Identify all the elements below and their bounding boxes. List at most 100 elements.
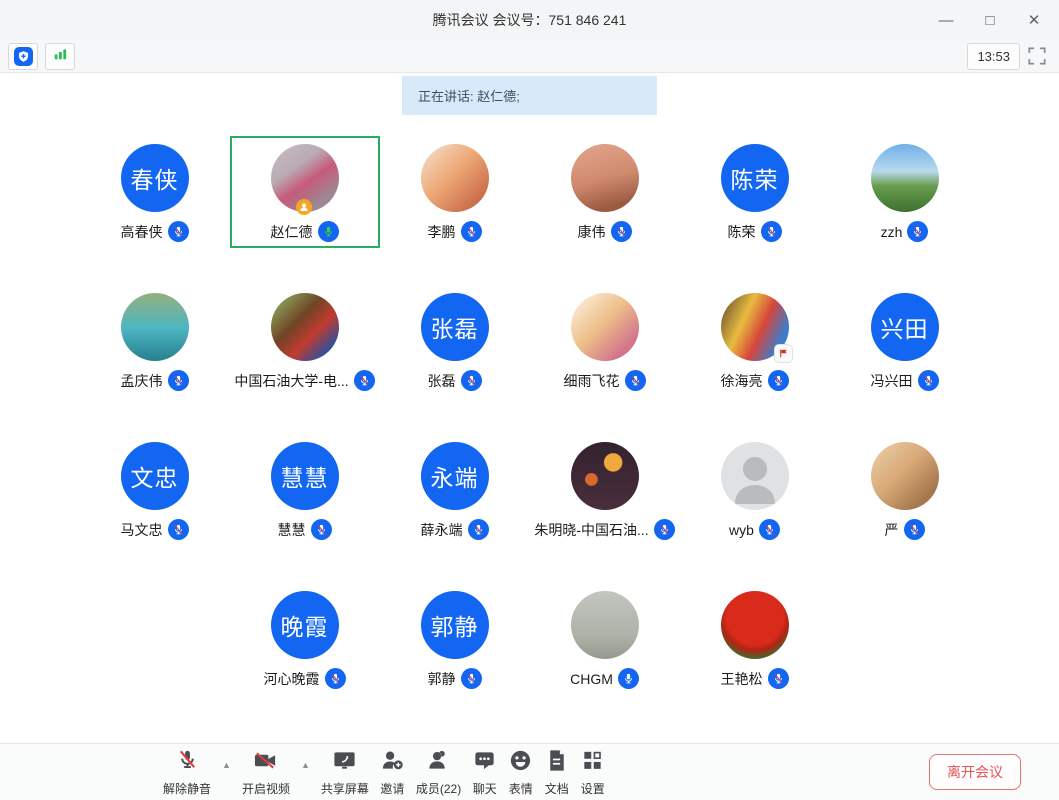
participant-tile[interactable]: 张磊张磊: [380, 285, 530, 397]
status-bar: 13:53: [0, 40, 1059, 73]
participant-tile[interactable]: 郭静郭静: [380, 583, 530, 695]
participant-name: 高春侠: [121, 222, 163, 242]
avatar: 春侠: [121, 144, 189, 212]
invite-icon: [380, 748, 405, 778]
avatar: 兴田: [871, 293, 939, 361]
toolbar-item-label: 共享屏幕: [321, 780, 369, 797]
toolbar-mic-muted-button[interactable]: 解除静音: [163, 748, 211, 797]
participant-avatar-initials: 郭静: [421, 591, 489, 659]
participant-tile[interactable]: 陈荣陈荣: [680, 136, 830, 248]
members-icon: [426, 748, 451, 778]
toolbar-item-label: 解除静音: [163, 780, 211, 797]
avatar: 陈荣: [721, 144, 789, 212]
avatar: [271, 293, 339, 361]
participant-avatar-photo: [721, 591, 789, 659]
avatar: [871, 442, 939, 510]
participant-avatar-photo: [571, 293, 639, 361]
avatar: [721, 591, 789, 659]
chevron-up-icon[interactable]: ▲: [301, 760, 310, 770]
toolbar-invite-button[interactable]: 邀请: [380, 748, 405, 797]
participant-avatar-initials: 晚霞: [271, 591, 339, 659]
participants-grid: 春侠高春侠赵仁德李鹏康伟陈荣陈荣zzh孟庆伟中国石油大学-电...张磊张磊细雨飞…: [80, 136, 980, 695]
toolbar-settings-button[interactable]: 设置: [580, 748, 605, 797]
participant-tile[interactable]: 严: [830, 434, 980, 546]
participant-avatar-photo: [421, 144, 489, 212]
participant-avatar-photo: [871, 144, 939, 212]
avatar: 文忠: [121, 442, 189, 510]
participant-tile[interactable]: zzh: [830, 136, 980, 248]
docs-icon: [544, 748, 569, 778]
participant-avatar-initials: 张磊: [421, 293, 489, 361]
mic-muted-icon: [768, 668, 789, 689]
emoji-icon: [508, 748, 533, 778]
participant-name: 细雨飞花: [564, 371, 620, 391]
participant-avatar-photo: [571, 144, 639, 212]
avatar: [721, 442, 789, 510]
avatar: 郭静: [421, 591, 489, 659]
speaking-banner: 正在讲话: 赵仁德;: [402, 76, 657, 115]
participant-tile[interactable]: 细雨飞花: [530, 285, 680, 397]
participant-tile[interactable]: 王艳松: [680, 583, 830, 695]
mic-muted-icon: [461, 221, 482, 242]
participant-tile[interactable]: 孟庆伟: [80, 285, 230, 397]
network-signal-button[interactable]: [45, 43, 75, 70]
toolbar-item-label: 邀请: [380, 780, 404, 797]
participant-avatar-photo: [571, 591, 639, 659]
participant-name: 张磊: [428, 371, 456, 391]
participant-tile[interactable]: 晚霞河心晚霞: [230, 583, 380, 695]
minimize-button[interactable]: —: [931, 6, 961, 34]
maximize-button[interactable]: □: [975, 6, 1005, 34]
mic-muted-icon: [354, 370, 375, 391]
participant-tile[interactable]: wyb: [680, 434, 830, 546]
toolbar-camera-off-button[interactable]: 开启视频: [242, 748, 290, 797]
mic-muted-icon: [759, 519, 780, 540]
toolbar-item-label: 设置: [581, 780, 605, 797]
participant-avatar-initials: 兴田: [871, 293, 939, 361]
toolbar-share-screen-button[interactable]: 共享屏幕: [321, 748, 369, 797]
participant-name: 慧慧: [278, 520, 306, 540]
close-button[interactable]: ✕: [1019, 6, 1049, 34]
participant-name: 郭静: [428, 669, 456, 689]
participant-tile[interactable]: 春侠高春侠: [80, 136, 230, 248]
chevron-up-icon[interactable]: ▲: [222, 760, 231, 770]
avatar: [571, 293, 639, 361]
avatar: [571, 144, 639, 212]
participant-tile[interactable]: 慧慧慧慧: [230, 434, 380, 546]
participant-tile[interactable]: 康伟: [530, 136, 680, 248]
avatar: [571, 591, 639, 659]
mic-muted-icon: [311, 519, 332, 540]
mic-muted-icon: [904, 519, 925, 540]
toolbar-chat-button[interactable]: 聊天: [472, 748, 497, 797]
fullscreen-icon[interactable]: [1027, 46, 1047, 66]
mic-muted-icon: [175, 748, 200, 778]
mic-speaking-icon: [318, 221, 339, 242]
meeting-timer: 13:53: [967, 43, 1020, 70]
toolbar-docs-button[interactable]: 文档: [544, 748, 569, 797]
participant-tile[interactable]: 李鹏: [380, 136, 530, 248]
participant-tile[interactable]: 中国石油大学-电...: [230, 285, 380, 397]
participant-name: 赵仁德: [271, 222, 313, 242]
participant-tile[interactable]: 永端薛永端: [380, 434, 530, 546]
camera-off-icon: [252, 748, 279, 778]
avatar: 慧慧: [271, 442, 339, 510]
participant-tile[interactable]: CHGM: [530, 583, 680, 695]
participant-name: 孟庆伟: [121, 371, 163, 391]
mic-on-icon: [618, 668, 639, 689]
meeting-security-button[interactable]: [8, 43, 38, 70]
toolbar-members-button[interactable]: 成员(22): [416, 748, 461, 797]
window-title: 腾讯会议 会议号：751 846 241: [433, 10, 627, 30]
participant-tile[interactable]: 兴田冯兴田: [830, 285, 980, 397]
participant-name: CHGM: [570, 671, 613, 687]
participant-tile[interactable]: 朱明晓-中国石油...: [530, 434, 680, 546]
mic-muted-icon: [654, 519, 675, 540]
security-shield-icon: [14, 47, 33, 66]
participant-tile[interactable]: 文忠马文忠: [80, 434, 230, 546]
participant-name: wyb: [729, 522, 754, 538]
participant-tile[interactable]: 徐海亮: [680, 285, 830, 397]
participant-tile[interactable]: 赵仁德: [230, 136, 380, 248]
leave-meeting-button[interactable]: 离开会议: [929, 754, 1021, 790]
toolbar-emoji-button[interactable]: 表情: [508, 748, 533, 797]
window-controls: — □ ✕: [931, 0, 1049, 40]
toolbar-item-label: 文档: [545, 780, 569, 797]
avatar: [721, 293, 789, 361]
